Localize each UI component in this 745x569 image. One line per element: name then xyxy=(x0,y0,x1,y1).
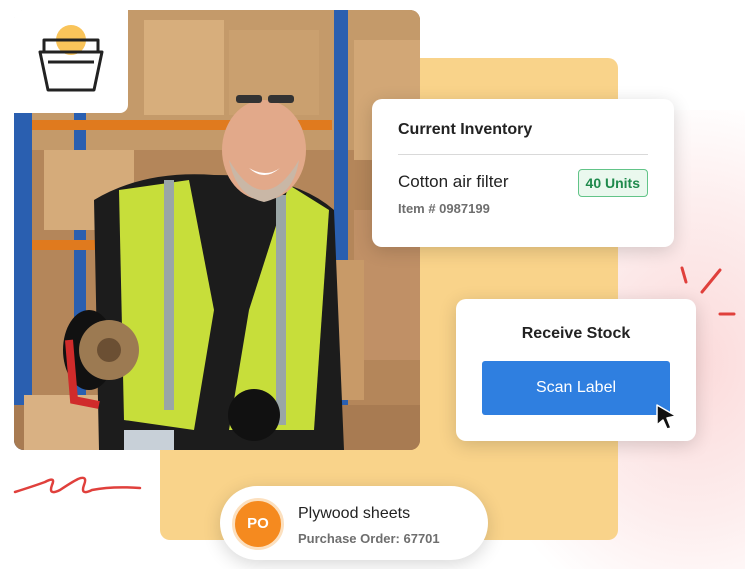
receive-stock-title: Receive Stock xyxy=(521,325,631,342)
inventory-item-name: Cotton air filter xyxy=(398,172,509,191)
inventory-item-number: Item # 0987199 xyxy=(398,201,490,216)
mouse-pointer-icon xyxy=(656,404,677,430)
decorative-sparks xyxy=(680,266,736,316)
brand-logo-tile xyxy=(14,10,128,113)
purchase-order-item-name: Plywood sheets xyxy=(298,505,411,522)
shopping-basket-icon xyxy=(38,25,104,92)
scan-label-button[interactable]: Scan Label xyxy=(482,361,670,415)
quantity-badge: 40 Units xyxy=(577,169,648,197)
inventory-card-divider xyxy=(398,154,648,155)
purchase-order-number: Purchase Order: 67701 xyxy=(298,531,440,546)
purchase-order-card: PO Plywood sheets Purchase Order: 67701 xyxy=(220,486,488,560)
current-inventory-card: Current Inventory Cotton air filter Item… xyxy=(372,99,674,247)
inventory-card-title: Current Inventory xyxy=(398,121,533,138)
decorative-squiggle xyxy=(13,476,142,494)
purchase-order-avatar: PO xyxy=(232,498,284,550)
